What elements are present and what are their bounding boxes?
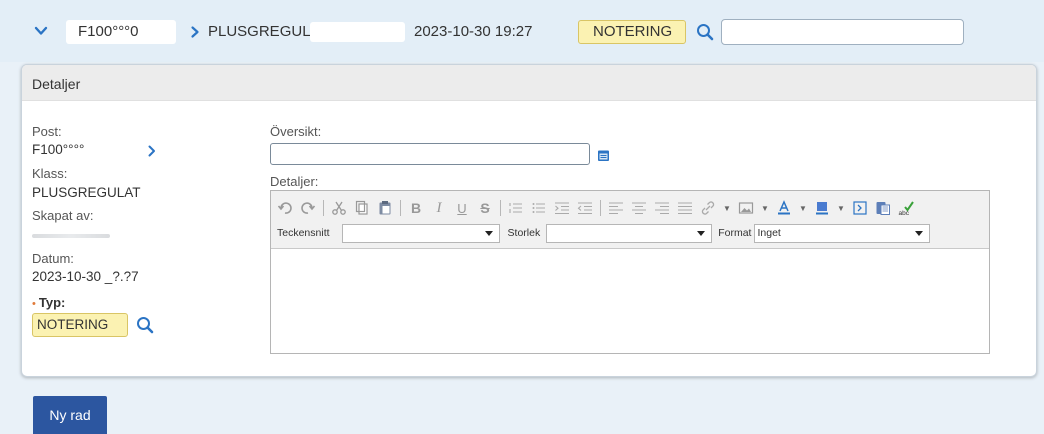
summary-post-field: F100°°°0: [66, 20, 176, 44]
indent-icon[interactable]: [554, 200, 570, 216]
summary-search-input[interactable]: [721, 19, 964, 45]
image-dropdown-icon[interactable]: ▼: [761, 200, 769, 216]
datum-value: 2023-10-30 _?.?7: [32, 269, 139, 284]
datum-label: Datum:: [32, 251, 74, 266]
typ-field[interactable]: NOTERING: [32, 313, 128, 337]
link-icon[interactable]: [700, 200, 716, 216]
required-marker: •: [32, 298, 36, 310]
new-row-button[interactable]: Ny rad: [33, 396, 107, 434]
calendar-icon[interactable]: [597, 149, 610, 162]
summary-row: F100°°°0 PLUSGREGULAT 2023-10-30 19:27 N…: [0, 0, 1044, 62]
size-select[interactable]: [546, 223, 713, 243]
post-link-chevron-icon[interactable]: [146, 145, 158, 157]
toolbar-separator: [500, 200, 501, 216]
text-color-icon[interactable]: [776, 200, 792, 216]
bold-icon[interactable]: B: [408, 200, 424, 216]
skapat-value-redacted: [32, 234, 110, 238]
klass-value: PLUSGREGULAT: [32, 185, 141, 200]
summary-user-redacted: [310, 22, 405, 42]
font-select[interactable]: [341, 223, 500, 243]
dropdown-arrow-icon: [697, 230, 706, 236]
details-header: Detaljer: [22, 65, 1036, 101]
toolbar-separator: [323, 200, 324, 216]
background-color-dropdown-icon[interactable]: ▼: [837, 200, 845, 216]
svg-text:abc: abc: [899, 210, 910, 216]
bullet-list-icon[interactable]: [531, 200, 547, 216]
text-color-dropdown-icon[interactable]: ▼: [799, 200, 807, 216]
italic-icon[interactable]: I: [431, 200, 447, 216]
oversikt-label: Översikt:: [270, 124, 322, 139]
outdent-icon[interactable]: [577, 200, 593, 216]
dropdown-arrow-icon: [484, 230, 493, 236]
details-panel: Detaljer Post: F100°°°° Klass: PLUSGREGU…: [21, 64, 1037, 377]
spellcheck-icon[interactable]: abc: [898, 200, 914, 216]
editor-content-area[interactable]: [271, 250, 989, 354]
background-color-icon[interactable]: [814, 200, 830, 216]
source-icon[interactable]: [852, 200, 868, 216]
klass-label: Klass:: [32, 166, 68, 181]
oversikt-input[interactable]: [270, 143, 590, 165]
paste-word-icon[interactable]: [875, 200, 891, 216]
align-left-icon[interactable]: [608, 200, 624, 216]
format-select[interactable]: Inget: [754, 223, 931, 243]
undo-icon[interactable]: [277, 200, 293, 216]
ordered-list-icon[interactable]: [508, 200, 524, 216]
paste-icon[interactable]: [377, 200, 393, 216]
summary-typ-badge: NOTERING: [578, 20, 686, 44]
cut-icon[interactable]: [331, 200, 347, 216]
align-right-icon[interactable]: [654, 200, 670, 216]
copy-icon[interactable]: [354, 200, 370, 216]
toolbar-selects: Teckensnitt Storlek Format Inget: [277, 223, 931, 243]
post-label: Post:: [32, 124, 62, 139]
toolbar-icons: B I U S ▼ ▼ ▼ ▼ abc: [277, 197, 914, 219]
format-label: Format: [718, 227, 752, 239]
format-select-value: Inget: [757, 226, 781, 239]
link-dropdown-icon[interactable]: ▼: [723, 200, 731, 216]
underline-icon[interactable]: U: [454, 200, 470, 216]
search-icon[interactable]: [695, 22, 715, 42]
search-icon[interactable]: [135, 315, 155, 335]
strikethrough-icon[interactable]: S: [477, 200, 493, 216]
post-value: F100°°°°: [32, 142, 85, 157]
chevron-down-icon[interactable]: [33, 23, 49, 39]
image-icon[interactable]: [738, 200, 754, 216]
rich-text-editor[interactable]: B I U S ▼ ▼ ▼ ▼ abc Teckensnitt Storlek …: [270, 190, 990, 354]
chevron-right-icon[interactable]: [188, 25, 202, 39]
typ-label-row: • Typ:: [32, 294, 65, 312]
align-center-icon[interactable]: [631, 200, 647, 216]
typ-label: Typ:: [38, 295, 66, 310]
toolbar-separator: [400, 200, 401, 216]
toolbar-separator: [600, 200, 601, 216]
size-label: Storlek: [507, 227, 541, 239]
justify-icon[interactable]: [677, 200, 693, 216]
dropdown-arrow-icon: [915, 230, 924, 236]
skapat-label: Skapat av:: [32, 208, 94, 223]
summary-date: 2023-10-30 19:27: [414, 23, 533, 40]
editor-toolbar: B I U S ▼ ▼ ▼ ▼ abc Teckensnitt Storlek …: [271, 191, 989, 249]
font-label: Teckensnitt: [277, 227, 330, 239]
detaljer-label: Detaljer:: [270, 174, 319, 189]
redo-icon[interactable]: [300, 200, 316, 216]
